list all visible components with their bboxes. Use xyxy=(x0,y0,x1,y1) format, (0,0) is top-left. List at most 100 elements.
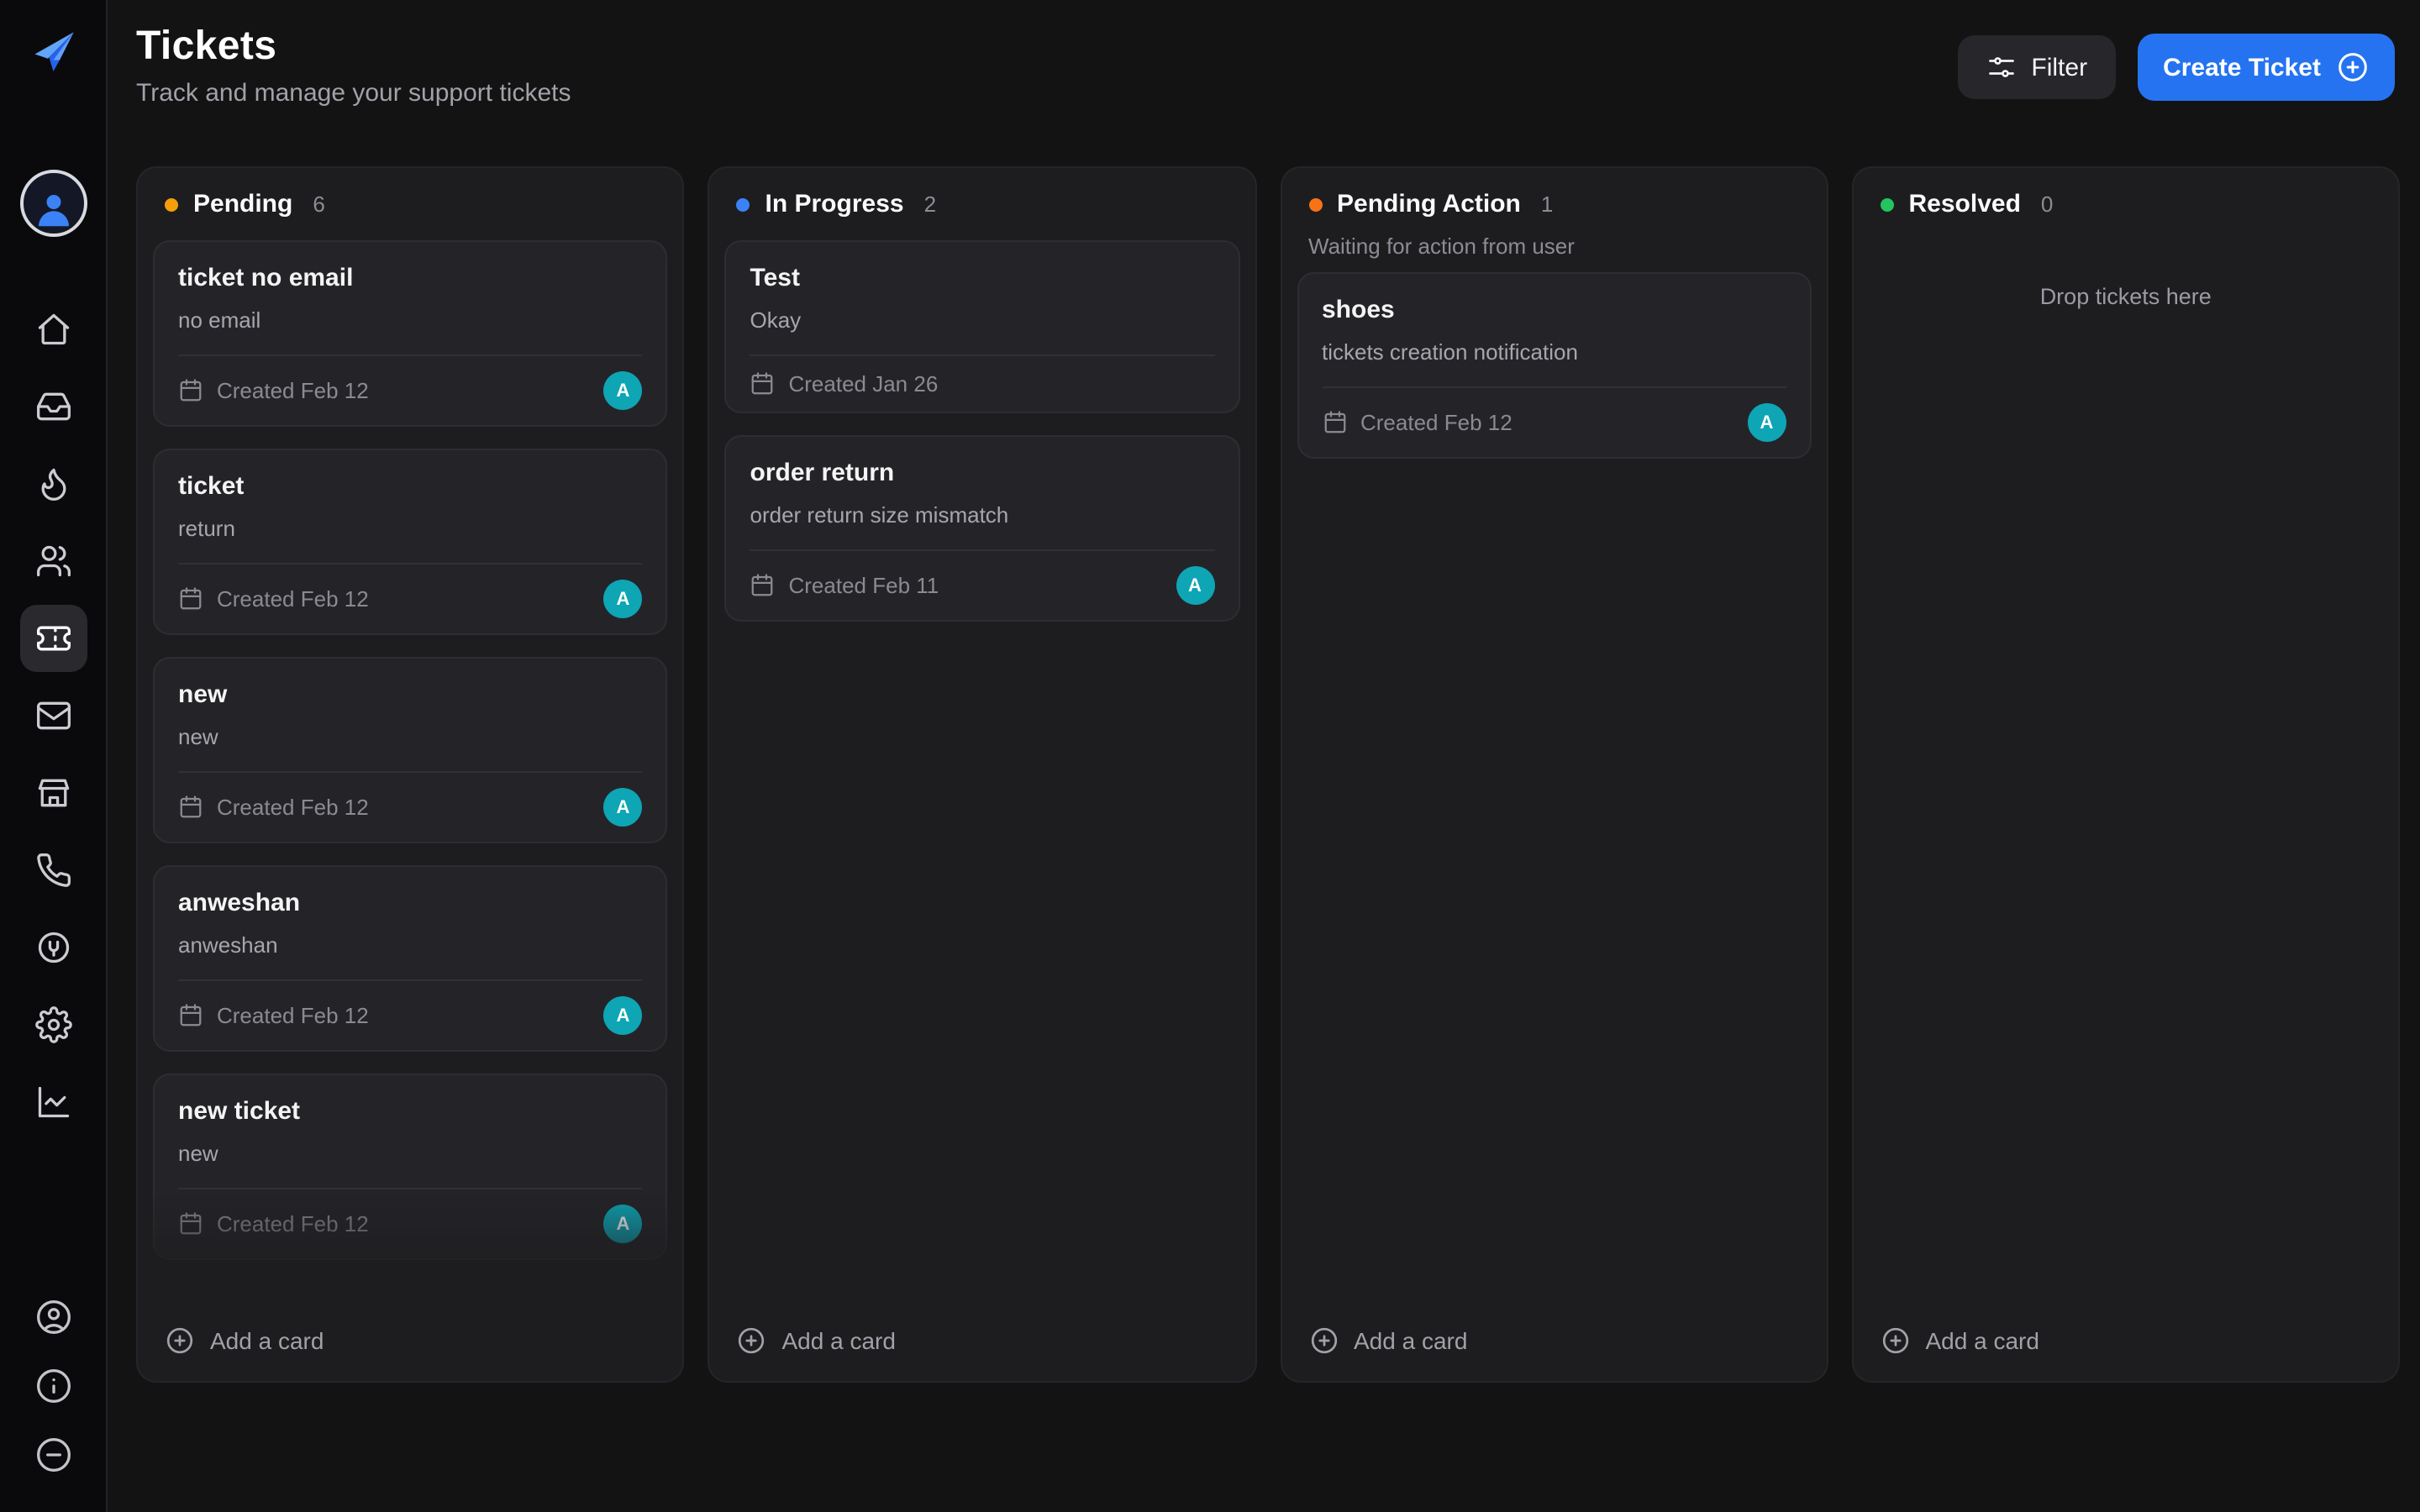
sidebar-item-home[interactable] xyxy=(19,296,87,363)
ticket-card[interactable]: new new Created Feb 12 A xyxy=(153,657,668,843)
assignee-avatar: A xyxy=(603,788,643,827)
kanban-board: Pending 6 ticket no email no email Creat… xyxy=(136,166,2400,1383)
assignee-avatar: A xyxy=(1747,403,1786,442)
add-card-button[interactable]: Add a card xyxy=(138,1305,682,1381)
add-card-label: Add a card xyxy=(1925,1327,2039,1354)
card-created-date: Created Feb 12 xyxy=(217,1211,369,1236)
sidebar-item-users[interactable] xyxy=(19,528,87,595)
sidebar-bottom xyxy=(33,1297,73,1482)
plus-circle-icon xyxy=(739,1327,765,1354)
card-created-date: Created Feb 12 xyxy=(217,795,369,820)
drop-zone-label: Drop tickets here xyxy=(2039,284,2212,309)
card-footer: Created Feb 12 A xyxy=(178,1188,643,1258)
status-dot xyxy=(1308,197,1322,211)
page-title: Tickets xyxy=(136,24,277,69)
ticket-card[interactable]: Test Okay Created Jan 26 xyxy=(724,240,1239,413)
card-title: shoes xyxy=(1322,296,1395,324)
ticket-card[interactable]: shoes tickets creation notification Crea… xyxy=(1297,272,1812,459)
card-list[interactable]: shoes tickets creation notification Crea… xyxy=(1281,265,1826,1305)
sidebar-item-store[interactable] xyxy=(19,759,87,827)
card-created-date: Created Feb 12 xyxy=(217,378,369,403)
card-description: order return size mismatch xyxy=(750,502,1009,528)
calendar-icon xyxy=(752,574,773,596)
card-created-date: Created Feb 12 xyxy=(217,1003,369,1028)
plus-circle-icon xyxy=(166,1327,193,1354)
plus-circle-icon xyxy=(1310,1327,1337,1354)
ticket-card[interactable]: order return order return size mismatch … xyxy=(724,435,1239,622)
sidebar-item-mail[interactable] xyxy=(19,682,87,749)
card-title: ticket xyxy=(178,472,245,501)
calendar-icon xyxy=(180,795,202,818)
card-footer: Created Feb 12 A xyxy=(1322,386,1786,457)
column-resolved: Resolved 0 Drop tickets here Add a card xyxy=(1851,166,2400,1383)
card-description: return xyxy=(178,516,235,541)
column-header: Pending Action 1 xyxy=(1281,168,1826,234)
card-title: new ticket xyxy=(178,1097,301,1126)
main-content: Tickets Track and manage your support ti… xyxy=(108,0,2420,1512)
status-dot xyxy=(1880,197,1894,211)
filter-button-label: Filter xyxy=(2031,53,2088,81)
calendar-icon xyxy=(1323,411,1345,433)
calendar-icon xyxy=(180,587,202,610)
column-header: Resolved 0 xyxy=(1854,168,2398,234)
ticket-card[interactable]: new ticket new Created Feb 12 A xyxy=(153,1074,668,1260)
card-footer: Created Feb 12 A xyxy=(178,563,643,633)
sidebar-item-settings[interactable] xyxy=(19,991,87,1058)
sidebar-item-tickets[interactable] xyxy=(19,605,87,672)
card-description: Okay xyxy=(750,307,802,333)
card-list[interactable]: ticket no email no email Created Feb 12 … xyxy=(138,234,683,1305)
create-ticket-button[interactable]: Create Ticket xyxy=(2138,34,2395,101)
column-count: 1 xyxy=(1540,192,1554,217)
column-name: Pending xyxy=(193,190,293,218)
column-pending-action: Pending Action 1 Waiting for action from… xyxy=(1280,166,1828,1383)
column-header: In Progress 2 xyxy=(710,168,1255,234)
add-card-button[interactable]: Add a card xyxy=(710,1305,1255,1381)
card-description: no email xyxy=(178,307,261,333)
status-dot xyxy=(165,197,178,211)
card-list[interactable]: Test Okay Created Jan 26 order return or… xyxy=(710,234,1255,1305)
sidebar xyxy=(0,0,108,1512)
card-description: anweshan xyxy=(178,932,278,958)
card-title: ticket no email xyxy=(178,264,354,292)
user-avatar[interactable] xyxy=(19,170,87,237)
card-description: new xyxy=(178,1141,218,1166)
card-title: order return xyxy=(750,459,895,487)
create-ticket-button-label: Create Ticket xyxy=(2163,53,2321,81)
card-footer: Created Feb 11 A xyxy=(750,549,1214,620)
header-actions: Filter Create Ticket xyxy=(1957,34,2395,101)
assignee-avatar: A xyxy=(1176,566,1214,605)
collapse-icon[interactable] xyxy=(33,1435,73,1475)
info-icon[interactable] xyxy=(33,1366,73,1406)
card-list[interactable]: Drop tickets here xyxy=(1854,234,2398,1305)
sidebar-item-phone[interactable] xyxy=(19,837,87,904)
plus-circle-icon xyxy=(2336,50,2370,84)
app-logo-icon[interactable] xyxy=(24,24,82,81)
calendar-icon xyxy=(180,379,202,402)
sidebar-item-analytics[interactable] xyxy=(19,1068,87,1136)
card-footer: Created Feb 12 A xyxy=(178,354,643,425)
add-card-label: Add a card xyxy=(210,1327,324,1354)
assignee-avatar: A xyxy=(603,996,643,1035)
sidebar-nav xyxy=(19,296,87,1136)
app-root: Tickets Track and manage your support ti… xyxy=(0,0,2420,1512)
ticket-card[interactable]: anweshan anweshan Created Feb 12 A xyxy=(153,865,668,1052)
sidebar-item-flame[interactable] xyxy=(19,450,87,517)
column-subtitle: Waiting for action from user xyxy=(1308,234,1575,259)
ticket-card[interactable]: ticket return Created Feb 12 A xyxy=(153,449,668,635)
filter-button[interactable]: Filter xyxy=(1957,35,2117,99)
card-footer: Created Feb 12 A xyxy=(178,979,643,1050)
ticket-card[interactable]: ticket no email no email Created Feb 12 … xyxy=(153,240,668,427)
card-created-date: Created Feb 12 xyxy=(217,586,369,612)
card-footer: Created Jan 26 xyxy=(750,354,1214,412)
card-title: anweshan xyxy=(178,889,301,917)
card-footer: Created Feb 12 A xyxy=(178,771,643,842)
calendar-icon xyxy=(180,1212,202,1235)
add-card-button[interactable]: Add a card xyxy=(1281,1305,1826,1381)
calendar-icon xyxy=(180,1004,202,1026)
status-dot xyxy=(736,197,750,211)
account-icon[interactable] xyxy=(33,1297,73,1337)
sidebar-item-inbox[interactable] xyxy=(19,373,87,440)
sidebar-item-plug[interactable] xyxy=(19,914,87,981)
add-card-button[interactable]: Add a card xyxy=(1854,1305,2398,1381)
add-card-label: Add a card xyxy=(1354,1327,1468,1354)
